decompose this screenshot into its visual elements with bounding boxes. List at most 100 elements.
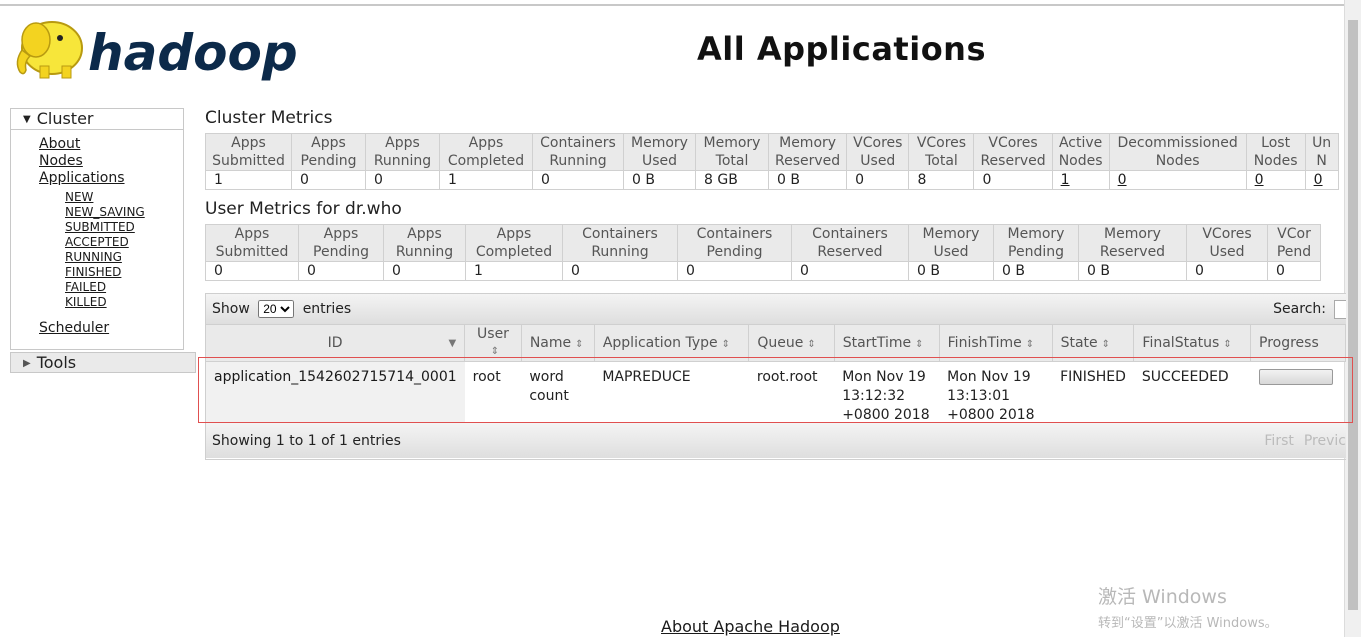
- nav-link-nodes[interactable]: Nodes: [39, 153, 183, 170]
- cm-header-line: Used: [860, 153, 896, 169]
- tools-label: Tools: [36, 353, 77, 372]
- about-apache-hadoop-link[interactable]: About Apache Hadoop: [661, 617, 840, 636]
- cm-header-7: Memory Reserved: [767, 133, 848, 171]
- cm-value-link[interactable]: 1: [1061, 172, 1070, 188]
- um-header-line: VCor: [1277, 226, 1311, 242]
- col-finish-time[interactable]: FinishTime ⇕: [939, 325, 1053, 362]
- pager: First Previc: [1254, 423, 1346, 459]
- vertical-scrollbar[interactable]: [1344, 0, 1361, 637]
- cm-value-link[interactable]: 0: [1314, 172, 1323, 188]
- cm-header-13: Lost Nodes: [1245, 133, 1306, 171]
- nav-link-killed[interactable]: KILLED: [65, 295, 183, 310]
- sort-icon: ⇕: [575, 339, 584, 350]
- um-header-line: Containers: [582, 226, 658, 242]
- cell-progress: [1251, 362, 1346, 426]
- page-title: All Applications: [697, 30, 986, 68]
- col-queue[interactable]: Queue ⇕: [748, 325, 835, 362]
- cm-header-line: Containers: [540, 135, 616, 151]
- table-row: application_1542602715714_0001 root word…: [206, 361, 1346, 426]
- cell-start-time: Mon Nov 19 13:12:32 +0800 2018: [842, 369, 930, 423]
- nav-link-submitted[interactable]: SUBMITTED: [65, 220, 183, 235]
- um-header-line: VCores: [1202, 226, 1252, 242]
- col-id[interactable]: ID ▼: [206, 325, 466, 362]
- pager-first[interactable]: First: [1264, 433, 1293, 449]
- um-header-line: Pending: [1008, 244, 1064, 260]
- cluster-metrics-wrap: Apps Submitted Apps Pending Apps Running Apps C…: [205, 133, 1345, 197]
- windows-activation-watermark: 激活 Windows 转到“设置”以激活 Windows。: [1098, 582, 1278, 631]
- tools-nav-header[interactable]: ▶ Tools: [10, 352, 196, 373]
- nav-link-new-saving[interactable]: NEW_SAVING: [65, 205, 183, 220]
- cm-header-6: Memory Total: [695, 133, 769, 171]
- cm-value-link[interactable]: 0: [1118, 172, 1127, 188]
- cm-header-line: Completed: [447, 153, 525, 169]
- um-header-9: Memory Reserved: [1078, 224, 1187, 262]
- col-final-label: FinalStatus: [1142, 335, 1220, 351]
- cell-user: root: [472, 369, 501, 385]
- sort-icon: ⇕: [490, 346, 500, 357]
- cm-header-line: Running: [373, 153, 432, 169]
- um-header-2: Apps Running: [383, 224, 466, 262]
- um-value-11: 0: [1267, 261, 1321, 281]
- col-start-time[interactable]: StartTime ⇕: [834, 325, 940, 362]
- col-state[interactable]: State ⇕: [1052, 325, 1135, 362]
- um-value-4: 0: [562, 261, 678, 281]
- top-border: [0, 4, 1345, 6]
- cm-header-line: Lost: [1261, 135, 1291, 151]
- cm-value-2: 0: [365, 170, 440, 190]
- um-header-line: Apps: [496, 226, 532, 242]
- cm-header-14: Un N: [1304, 133, 1339, 171]
- col-type-label: Application Type: [602, 335, 718, 351]
- cm-header-line: VCores: [916, 135, 967, 151]
- cluster-nav: ▼ Cluster About Nodes Applications NEW NE…: [10, 108, 184, 350]
- col-progress[interactable]: Progress: [1250, 325, 1346, 362]
- cluster-nav-header[interactable]: ▼ Cluster: [11, 109, 183, 130]
- cm-header-line: Total: [925, 153, 958, 169]
- cell-name: word count: [529, 369, 569, 404]
- um-value-3: 1: [465, 261, 563, 281]
- um-value-5: 0: [677, 261, 792, 281]
- cm-value-13: 0: [1245, 170, 1306, 190]
- um-value-6: 0: [791, 261, 909, 281]
- cm-value-4: 0: [532, 170, 624, 190]
- col-user[interactable]: User ⇕: [464, 325, 522, 362]
- um-header-11: VCor Pend: [1267, 224, 1321, 262]
- cell-final-status: SUCCEEDED: [1141, 369, 1229, 385]
- cm-header-line: Apps: [385, 135, 420, 151]
- cm-value-link[interactable]: 0: [1255, 172, 1264, 188]
- cm-header-line: Submitted: [212, 153, 285, 169]
- cm-value-3: 1: [439, 170, 533, 190]
- cm-header-line: Running: [549, 153, 607, 169]
- col-application-type[interactable]: Application Type ⇕: [594, 325, 750, 362]
- col-final-status[interactable]: FinalStatus ⇕: [1133, 325, 1252, 362]
- search-input[interactable]: [1334, 300, 1346, 319]
- um-header-line: Apps: [407, 226, 442, 242]
- um-header-5: Containers Pending: [677, 224, 792, 262]
- cluster-label: Cluster: [36, 109, 94, 128]
- cm-header-line: Un: [1312, 135, 1332, 151]
- nav-link-finished[interactable]: FINISHED: [65, 265, 183, 280]
- um-header-0: Apps Submitted: [205, 224, 299, 262]
- nav-link-running[interactable]: RUNNING: [65, 250, 183, 265]
- application-id-link[interactable]: application_1542602715714_0001: [214, 369, 457, 385]
- nav-link-accepted[interactable]: ACCEPTED: [65, 235, 183, 250]
- cm-header-line: Active: [1058, 135, 1103, 151]
- cm-header-5: Memory Used: [623, 133, 696, 171]
- um-header-8: Memory Pending: [993, 224, 1079, 262]
- nav-link-failed[interactable]: FAILED: [65, 280, 183, 295]
- cm-value-11: 1: [1051, 170, 1110, 190]
- cm-header-line: Decommissioned: [1117, 135, 1238, 151]
- nav-link-scheduler[interactable]: Scheduler: [39, 320, 109, 336]
- col-finish-label: FinishTime: [947, 335, 1022, 351]
- nav-link-about[interactable]: About: [39, 136, 183, 153]
- nav-link-applications[interactable]: Applications: [39, 170, 183, 187]
- scrollbar-thumb[interactable]: [1348, 20, 1358, 610]
- um-header-line: Running: [591, 244, 649, 260]
- pager-previous[interactable]: Previc: [1304, 433, 1346, 449]
- col-user-label: User: [477, 326, 509, 342]
- nav-link-new[interactable]: NEW: [65, 190, 183, 205]
- um-header-line: Memory: [1007, 226, 1065, 242]
- cell-state: FINISHED: [1060, 369, 1126, 385]
- page-size-select[interactable]: 20: [258, 300, 295, 318]
- cm-value-9: 8: [908, 170, 975, 190]
- col-name[interactable]: Name ⇕: [521, 325, 595, 362]
